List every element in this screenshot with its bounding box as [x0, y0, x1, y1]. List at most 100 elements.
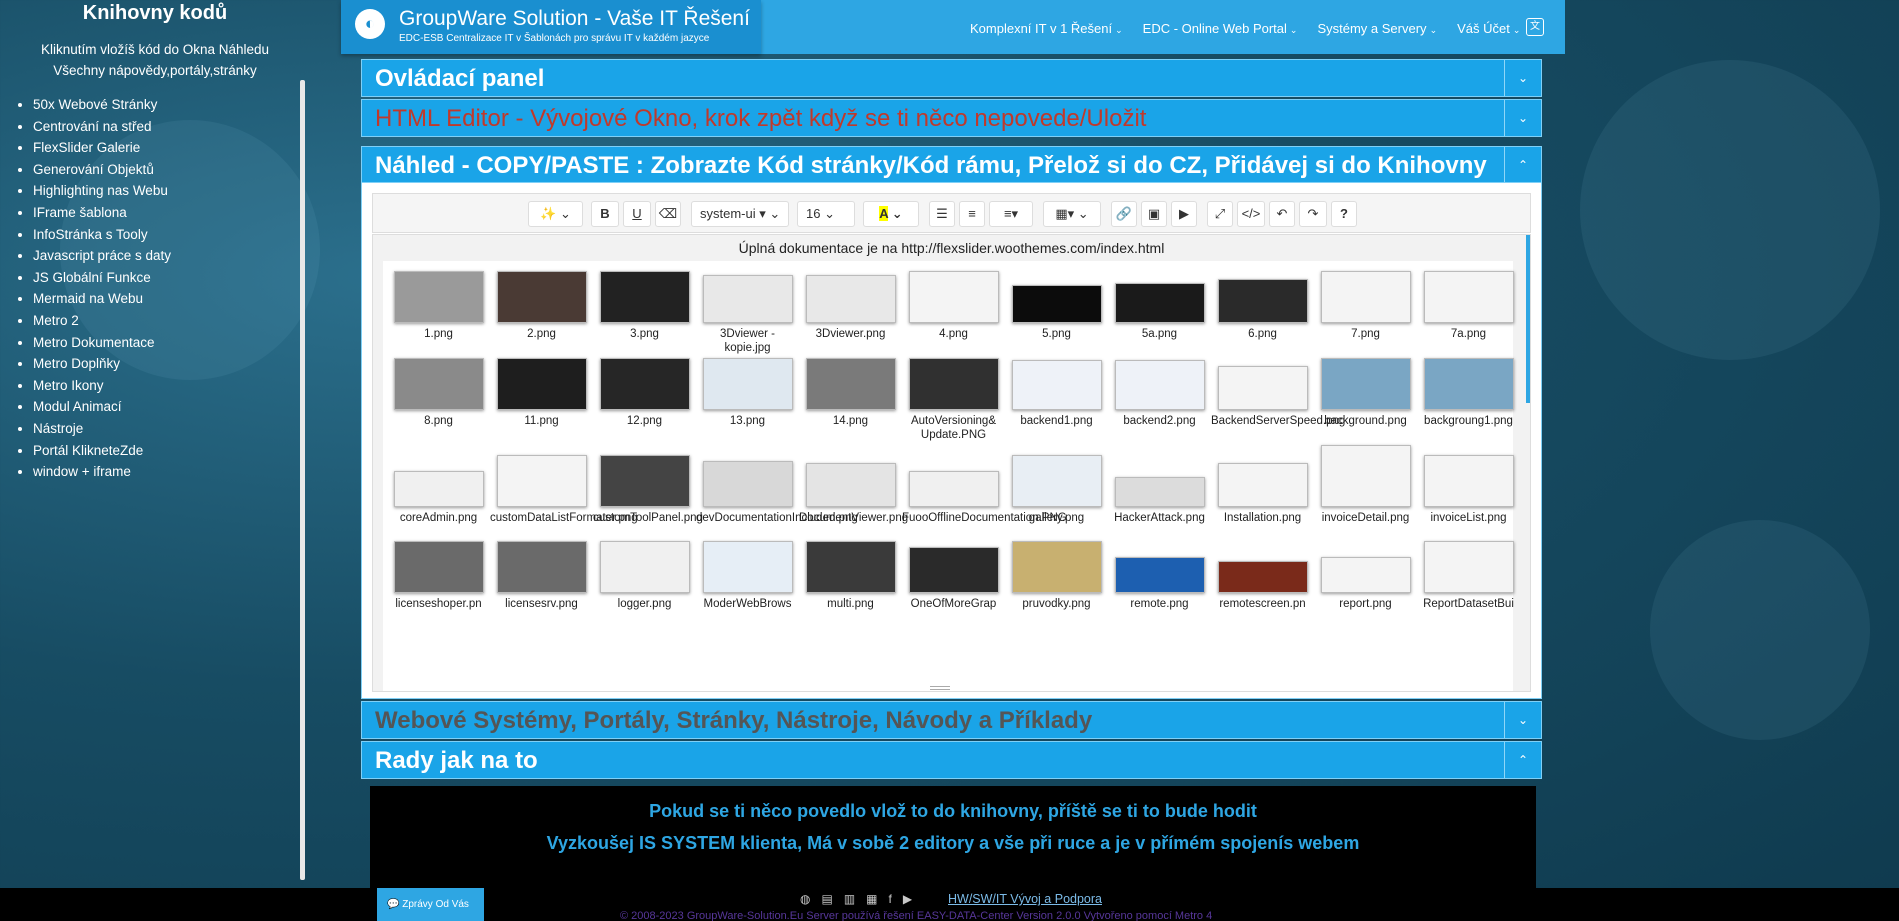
gallery-item[interactable]: devDocumentationIncluded.png — [696, 451, 858, 525]
gallery-item[interactable]: licenseshoper.pn — [387, 537, 490, 611]
sidebar-item[interactable]: Highlighting nas Webu — [33, 180, 310, 202]
menu-item-edc-portal[interactable]: EDC - Online Web Portal ⌄ — [1143, 21, 1298, 36]
video-icon[interactable]: ▶ — [1171, 201, 1197, 227]
sidebar-item[interactable]: FlexSlider Galerie — [33, 137, 310, 159]
gallery-item[interactable]: AutoVersioning& Update.PNG — [902, 354, 1005, 442]
table-icon[interactable]: ▦▾ ⌄ — [1043, 201, 1101, 227]
gallery-item[interactable]: customDataListFormater.png — [490, 451, 638, 525]
bullet-list-icon[interactable]: ☰ — [929, 201, 955, 227]
gallery-item[interactable]: remote.png — [1108, 537, 1211, 611]
gallery-item[interactable]: 12.png — [593, 354, 696, 428]
sidebar-item[interactable]: Metro Doplňky — [33, 353, 310, 375]
chevron-down-icon[interactable]: ⌄ — [1504, 100, 1541, 136]
accordion-tips[interactable]: Rady jak na to ⌃ — [361, 741, 1542, 779]
sidebar-item[interactable]: Portál KlikneteZde — [33, 440, 310, 462]
globe-icon[interactable]: ◍ — [800, 892, 810, 906]
gallery-item[interactable]: 5a.png — [1108, 267, 1211, 341]
fullscreen-icon[interactable]: ⤢ — [1207, 201, 1233, 227]
link-icon[interactable]: 🔗 — [1111, 201, 1137, 227]
sidebar-item[interactable]: Generování Objektů — [33, 159, 310, 181]
gallery-item[interactable]: customToolPanel.png — [593, 451, 703, 525]
gallery-item[interactable]: report.png — [1314, 537, 1417, 611]
sidebar-item[interactable]: JS Globální Funkce — [33, 267, 310, 289]
sidebar-item[interactable]: InfoStránka s Tooly — [33, 224, 310, 246]
chevron-up-icon[interactable]: ⌃ — [1504, 147, 1541, 183]
news-icon[interactable]: ▤ — [821, 892, 832, 906]
gallery-item[interactable]: FuooOfflineDocumentation.PNG — [902, 451, 1067, 525]
code-view-icon[interactable]: </> — [1237, 201, 1265, 227]
gallery-item[interactable]: ReportDatasetBui — [1417, 537, 1520, 611]
sidebar-item[interactable]: IFrame šablona — [33, 202, 310, 224]
gallery-item[interactable]: 3Dviewer.png — [799, 267, 902, 341]
help-icon[interactable]: ? — [1331, 201, 1357, 227]
bold-button[interactable]: B — [591, 201, 619, 227]
gallery-item[interactable]: 4.png — [902, 267, 1005, 341]
documentation-link[interactable]: Úplná dokumentace je na http://flexslide… — [373, 235, 1530, 261]
gallery-item[interactable]: invoiceList.png — [1417, 451, 1520, 525]
undo-icon[interactable]: ↶ — [1269, 201, 1295, 227]
text-color-icon[interactable]: A ⌄ — [863, 201, 919, 227]
gallery-item[interactable]: 8.png — [387, 354, 490, 428]
gallery-item[interactable]: 14.png — [799, 354, 902, 428]
eraser-icon[interactable]: ⌫ — [655, 201, 681, 227]
numbered-list-icon[interactable]: ≡ — [959, 201, 985, 227]
gallery-item[interactable]: 6.png — [1211, 267, 1314, 341]
chevron-down-icon[interactable]: ⌄ — [1504, 60, 1541, 96]
book-icon[interactable]: ▥ — [844, 892, 855, 906]
gallery-item[interactable]: backend2.png — [1108, 354, 1211, 428]
messages-button[interactable]: 💬 Zprávy Od Vás — [377, 888, 484, 921]
menu-item-vas-ucet[interactable]: Váš Účet ⌄ — [1457, 21, 1520, 36]
sidebar-item[interactable]: Javascript práce s daty — [33, 245, 310, 267]
sidebar-item[interactable]: 50x Webové Stránky — [33, 94, 310, 116]
gallery-item[interactable]: invoiceDetail.png — [1314, 445, 1417, 525]
resize-handle[interactable] — [930, 686, 950, 690]
accordion-preview[interactable]: Náhled - COPY/PASTE : Zobrazte Kód strán… — [361, 146, 1542, 184]
gallery-item[interactable]: 5.png — [1005, 267, 1108, 341]
gallery-item[interactable]: 13.png — [696, 354, 799, 428]
chevron-down-icon[interactable]: ⌄ — [1504, 702, 1541, 738]
sidebar-item[interactable]: window + iframe — [33, 461, 310, 483]
gallery-item[interactable]: DocumentViewer.png — [799, 451, 908, 525]
gallery-item[interactable]: remotescreen.pn — [1211, 537, 1314, 611]
sidebar-item[interactable]: Mermaid na Webu — [33, 288, 310, 310]
gallery-item[interactable]: 11.png — [490, 354, 593, 428]
gallery-item[interactable]: pruvodky.png — [1005, 537, 1108, 611]
gallery-item[interactable]: logger.png — [593, 537, 696, 611]
gallery-item[interactable]: 3Dviewer - kopie.jpg — [696, 267, 799, 355]
gallery-item[interactable]: gallery.png — [1005, 451, 1108, 525]
gallery-item[interactable]: BackendServerSpeed.png — [1211, 354, 1345, 428]
menu-item-komplexni-it[interactable]: Komplexní IT v 1 Řešení ⌄ — [970, 21, 1123, 36]
menu-item-systemy[interactable]: Systémy a Servery ⌄ — [1317, 21, 1437, 36]
gallery-item[interactable]: 1.png — [387, 267, 490, 341]
youtube-icon[interactable]: ▶ — [903, 892, 912, 906]
gallery-item[interactable]: licensesrv.png — [490, 537, 593, 611]
accordion-control-panel[interactable]: Ovládací panel ⌄ — [361, 59, 1542, 97]
font-size-select[interactable]: 16 ⌄ — [797, 201, 855, 227]
gallery-item[interactable]: HackerAttack.png — [1108, 451, 1211, 525]
gallery-item[interactable]: backgroung1.png — [1417, 354, 1520, 428]
support-link[interactable]: HW/SW/IT Vývoj a Podpora — [948, 892, 1102, 906]
sidebar-item[interactable]: Metro Dokumentace — [33, 332, 310, 354]
sidebar-item[interactable]: Centrování na střed — [33, 116, 310, 138]
chevron-up-icon[interactable]: ⌃ — [1504, 742, 1541, 778]
underline-button[interactable]: U — [623, 201, 651, 227]
sidebar-item[interactable]: Metro Ikony — [33, 375, 310, 397]
sidebar-scrollbar[interactable] — [300, 80, 305, 880]
gallery-item[interactable]: background.png — [1314, 354, 1417, 428]
sidebar-item[interactable]: Nástroje — [33, 418, 310, 440]
blog-icon[interactable]: ▦ — [866, 892, 877, 906]
align-icon[interactable]: ≡▾ — [989, 201, 1033, 227]
gallery-item[interactable]: 7a.png — [1417, 267, 1520, 341]
image-icon[interactable]: ▣ — [1141, 201, 1167, 227]
sidebar-item[interactable]: Metro 2 — [33, 310, 310, 332]
gallery-item[interactable]: 7.png — [1314, 267, 1417, 341]
magic-wand-icon[interactable]: ✨ ⌄ — [528, 201, 583, 227]
gallery-item[interactable]: ModerWebBrows — [696, 537, 799, 611]
brand-block[interactable]: ◐ GroupWare Solution - Vaše IT Řešení ED… — [341, 0, 761, 54]
sidebar-item[interactable]: Modul Animací — [33, 396, 310, 418]
gallery-item[interactable]: multi.png — [799, 537, 902, 611]
font-family-select[interactable]: system-ui ▾ ⌄ — [691, 201, 789, 227]
gallery-item[interactable]: Installation.png — [1211, 451, 1314, 525]
gallery-item[interactable]: OneOfMoreGrap — [902, 537, 1005, 611]
gallery-item[interactable]: coreAdmin.png — [387, 451, 490, 525]
